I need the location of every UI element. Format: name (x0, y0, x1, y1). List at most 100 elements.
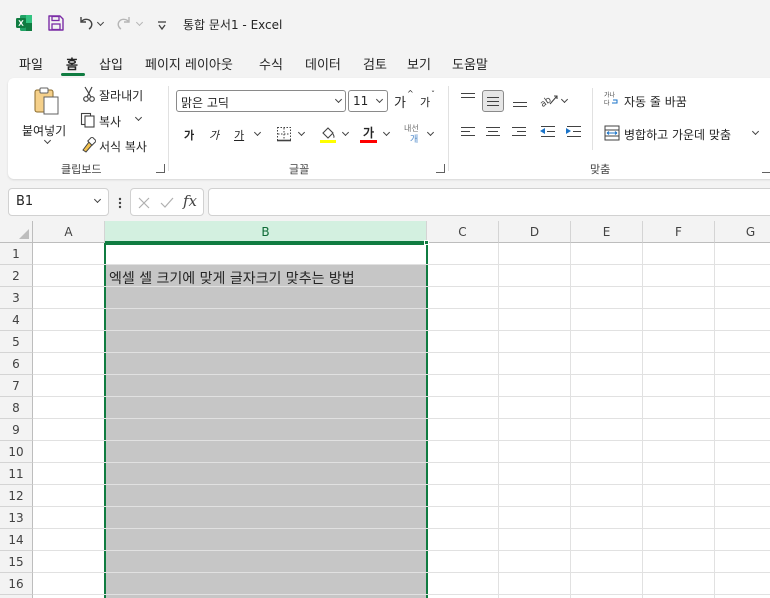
row-header[interactable]: 6 (0, 353, 33, 375)
name-box-dropdown-icon[interactable] (93, 195, 102, 204)
merge-center-icon[interactable] (604, 125, 620, 141)
tab-home[interactable]: 홈 (66, 54, 78, 73)
paste-icon[interactable] (32, 86, 62, 116)
undo-icon[interactable] (77, 14, 95, 32)
decrease-indent-icon[interactable] (538, 122, 560, 144)
redo-dropdown-icon[interactable] (135, 18, 144, 27)
align-left-icon[interactable] (458, 122, 480, 144)
format-painter-button[interactable]: 서식 복사 (99, 138, 147, 155)
underline-dropdown-icon[interactable] (253, 128, 262, 137)
column-header-g[interactable]: G (715, 221, 770, 243)
shrink-font-button[interactable]: 가 (420, 94, 430, 110)
ribbon: 붙여넣기 잘라내기 복사 서식 복사 클립보드 맑은 고딕 11 가 ^ 가 ˇ… (8, 78, 770, 179)
phonetic-dropdown-icon[interactable] (426, 128, 435, 137)
customize-qat-icon[interactable] (157, 17, 167, 31)
row-header[interactable]: 5 (0, 331, 33, 353)
cell-b2[interactable]: 엑셀 셀 크기에 맞게 글자크기 맞추는 방법 (109, 268, 355, 288)
wrap-text-icon[interactable]: 가나 다 (604, 90, 620, 108)
tab-view[interactable]: 보기 (407, 54, 431, 73)
tab-page-layout[interactable]: 페이지 레이아웃 (145, 54, 233, 73)
column-header-e[interactable]: E (571, 221, 643, 243)
column-header-c[interactable]: C (427, 221, 499, 243)
more-options-icon[interactable] (118, 195, 122, 209)
font-group-label: 글꼴 (289, 163, 310, 176)
row-header[interactable]: 1 (0, 243, 33, 265)
row-header[interactable]: 9 (0, 419, 33, 441)
borders-dropdown-icon[interactable] (297, 128, 306, 137)
tab-data[interactable]: 데이터 (305, 54, 341, 73)
orientation-dropdown-icon[interactable] (560, 95, 569, 104)
italic-button[interactable]: 가 (209, 127, 219, 143)
grid-line (714, 243, 715, 598)
underline-button[interactable]: 가 (234, 127, 244, 143)
merge-center-button[interactable]: 병합하고 가운데 맞춤 (624, 126, 731, 143)
row-header[interactable]: 14 (0, 529, 33, 551)
align-right-icon[interactable] (509, 122, 531, 144)
fill-handle[interactable] (424, 240, 429, 245)
grid-line (33, 374, 770, 375)
save-icon[interactable] (47, 14, 65, 32)
row-header[interactable]: 4 (0, 309, 33, 331)
borders-icon[interactable] (276, 126, 292, 142)
row-header[interactable]: 16 (0, 573, 33, 595)
row-header[interactable]: 2 (0, 265, 33, 287)
column-header-f[interactable]: F (643, 221, 715, 243)
fill-color-dropdown-icon[interactable] (341, 128, 350, 137)
copy-dropdown-icon[interactable] (134, 113, 143, 122)
tab-file[interactable]: 파일 (19, 54, 43, 73)
bold-button[interactable]: 가 (184, 127, 194, 143)
format-painter-icon[interactable] (80, 136, 97, 153)
row-header[interactable]: 13 (0, 507, 33, 529)
row-header[interactable]: 11 (0, 463, 33, 485)
enter-icon[interactable] (160, 195, 174, 209)
copy-icon[interactable] (80, 112, 96, 128)
column-header-a[interactable]: A (33, 221, 105, 243)
align-middle-icon[interactable] (482, 90, 504, 112)
name-box[interactable]: B1 (8, 188, 109, 216)
font-color-dropdown-icon[interactable] (382, 128, 391, 137)
grid-line (498, 243, 499, 598)
font-color-button[interactable]: 가 (363, 124, 374, 141)
tab-review[interactable]: 검토 (363, 54, 387, 73)
grow-font-button[interactable]: 가 (394, 92, 406, 111)
font-size-dropdown[interactable]: 11 (348, 90, 388, 112)
align-top-icon[interactable] (458, 88, 480, 110)
clipboard-launcher-icon[interactable] (156, 164, 165, 173)
column-header-d[interactable]: D (499, 221, 571, 243)
row-header[interactable]: 8 (0, 397, 33, 419)
align-center-icon[interactable] (483, 122, 505, 144)
tab-help[interactable]: 도움말 (452, 54, 488, 73)
column-header-b[interactable]: B (105, 221, 427, 243)
document-title: 통합 문서1 - Excel (183, 18, 283, 32)
select-all-button[interactable] (0, 221, 33, 243)
tab-formulas[interactable]: 수식 (259, 54, 283, 73)
font-color-swatch (360, 140, 377, 143)
copy-button[interactable]: 복사 (99, 113, 121, 130)
insert-function-button[interactable]: fx (183, 192, 197, 210)
undo-dropdown-icon[interactable] (96, 18, 105, 27)
merge-center-dropdown-icon[interactable] (751, 127, 760, 136)
font-name-dropdown[interactable]: 맑은 고딕 (176, 90, 346, 112)
row-header[interactable]: 10 (0, 441, 33, 463)
worksheet-grid[interactable]: A B C D E F G 1 2 3 4 5 6 7 8 9 10 11 12 13 14 15 16 엑셀… (0, 221, 770, 598)
wrap-text-button[interactable]: 자동 줄 바꿈 (624, 93, 687, 110)
font-launcher-icon[interactable] (436, 164, 445, 173)
cut-button[interactable]: 잘라내기 (99, 87, 143, 104)
alignment-launcher-icon[interactable] (762, 164, 770, 173)
formula-input[interactable] (208, 188, 770, 216)
phonetic-sub-icon: 개 (410, 135, 419, 145)
row-header[interactable]: 3 (0, 287, 33, 309)
cut-icon[interactable] (81, 86, 97, 102)
cancel-icon[interactable] (137, 195, 151, 209)
fill-color-icon[interactable] (319, 124, 337, 144)
redo-icon[interactable] (115, 14, 133, 32)
increase-indent-icon[interactable] (564, 122, 586, 144)
row-header[interactable]: 15 (0, 551, 33, 573)
row-header[interactable]: 7 (0, 375, 33, 397)
grid-line (33, 308, 770, 309)
row-header[interactable]: 12 (0, 485, 33, 507)
paste-button[interactable]: 붙여넣기 (22, 122, 66, 139)
tab-insert[interactable]: 삽입 (99, 54, 123, 73)
orientation-icon[interactable]: ab (539, 92, 559, 110)
align-bottom-icon[interactable] (510, 92, 532, 114)
